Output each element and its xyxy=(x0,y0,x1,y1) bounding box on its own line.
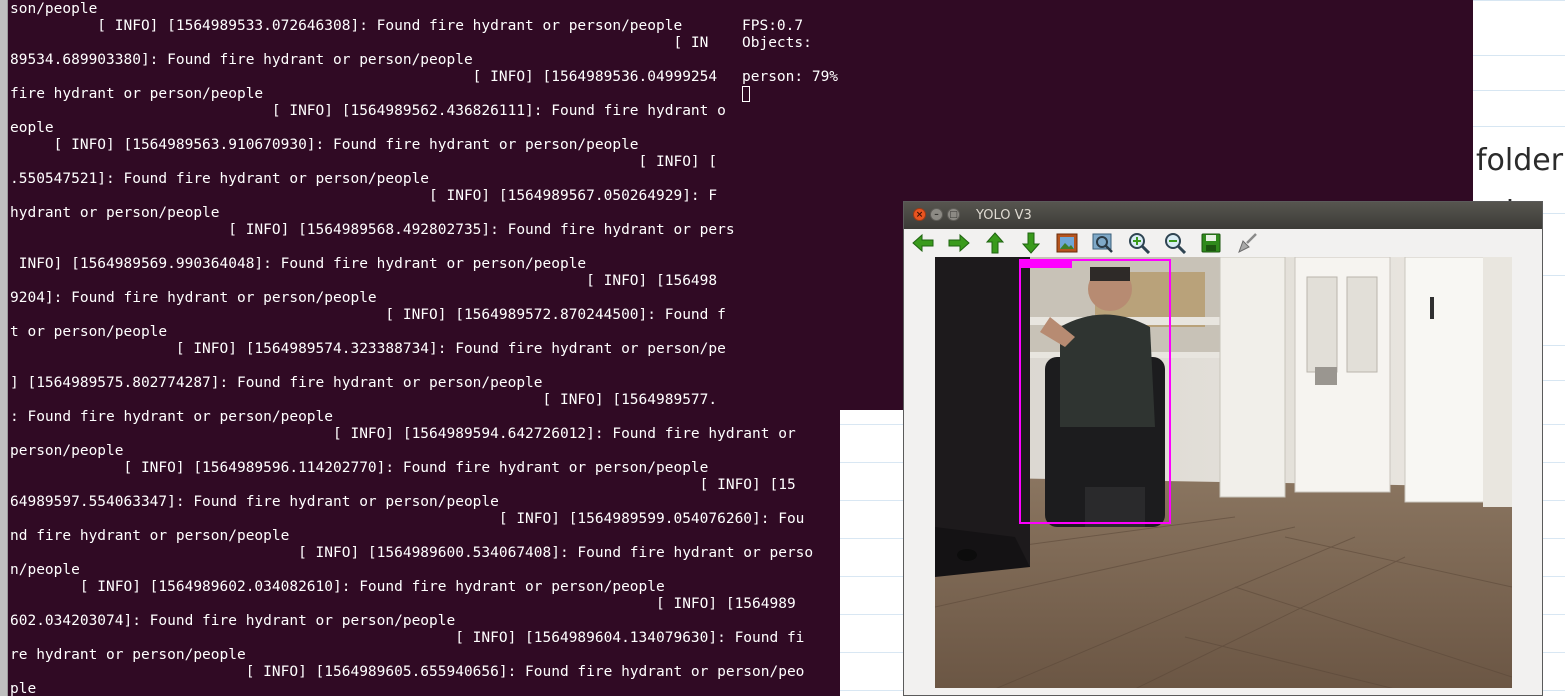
down-arrow-icon[interactable] xyxy=(1018,231,1044,255)
terminal-line: son/people xyxy=(10,1,98,17)
terminal-line: 9204]: Found fire hydrant or person/peop… xyxy=(10,290,377,306)
terminal-line: [ INFO] [1564989563.910670930]: Found fi… xyxy=(10,137,639,153)
maximize-button[interactable]: □ xyxy=(947,208,960,221)
terminal-line: ple xyxy=(10,681,37,696)
terminal-line: [ INFO] [1564989 xyxy=(10,596,796,612)
image-icon[interactable] xyxy=(1054,231,1080,255)
back-arrow-icon[interactable] xyxy=(910,231,936,255)
minimize-button[interactable]: – xyxy=(930,208,943,221)
doc-word: folder xyxy=(1476,143,1564,178)
terminal-line: eople xyxy=(10,120,54,136)
terminal-line: [ INFO] [1564989605.655940656]: Found fi… xyxy=(10,664,805,680)
terminal-line: nd fire hydrant or person/people xyxy=(10,528,290,544)
status-bar xyxy=(904,688,1542,695)
terminal-line: [ INFO] [15 xyxy=(10,477,796,493)
terminal-line: person/people xyxy=(10,443,124,459)
terminal-line: t or person/people xyxy=(10,324,168,340)
window-title: YOLO V3 xyxy=(976,208,1032,223)
terminal-line: re hydrant or person/people xyxy=(10,647,246,663)
terminal-line: [ INFO] [1564989567.050264929]: F xyxy=(10,188,718,204)
fps-readout: FPS:0.7 xyxy=(742,18,804,34)
terminal-line: 89534.689903380]: Found fire hydrant or … xyxy=(10,52,473,68)
terminal-line: INFO] [1564989569.990364048]: Found fire… xyxy=(10,256,587,272)
camera-image xyxy=(935,257,1512,689)
zoom-out-icon[interactable] xyxy=(1162,231,1188,255)
terminal-line: [ INFO] [1564989596.114202770]: Found fi… xyxy=(10,460,709,476)
terminal-line: : Found fire hydrant or person/people xyxy=(10,409,334,425)
zoom-in-icon[interactable] xyxy=(1126,231,1152,255)
detection-label: person: 79% xyxy=(742,69,839,85)
window-edge xyxy=(0,0,8,696)
terminal-cursor xyxy=(742,86,750,102)
terminal-line: [ INFO] [1564989574.323388734]: Found fi… xyxy=(10,341,726,357)
terminal-line: [ IN xyxy=(10,35,709,51)
save-icon[interactable] xyxy=(1198,231,1224,255)
terminal-line: [ INFO] [1564989577. xyxy=(10,392,718,408)
terminal-line: [ INFO] [1564989602.034082610]: Found fi… xyxy=(10,579,665,595)
terminal-line: .550547521]: Found fire hydrant or perso… xyxy=(10,171,430,187)
terminal-line: fire hydrant or person/people xyxy=(10,86,264,102)
forward-arrow-icon[interactable] xyxy=(946,231,972,255)
terminal-line: [ INFO] [1564989572.870244500]: Found f xyxy=(10,307,726,323)
title-bar[interactable]: × – □ YOLO V3 xyxy=(904,202,1542,229)
clear-brush-icon[interactable] xyxy=(1234,231,1260,255)
close-button[interactable]: × xyxy=(913,208,926,221)
terminal-line: hydrant or person/people xyxy=(10,205,220,221)
terminal-line: 64989597.554063347]: Found fire hydrant … xyxy=(10,494,499,510)
up-arrow-icon[interactable] xyxy=(982,231,1008,255)
terminal-line: [ INFO] [1564989533.072646308]: Found fi… xyxy=(10,18,683,34)
terminal-line: [ INFO] [156498 xyxy=(10,273,718,289)
terminal-line: [ INFO] [1564989604.134079630]: Found fi xyxy=(10,630,805,646)
terminal-line: [ INFO] [1564989600.534067408]: Found fi… xyxy=(10,545,814,561)
terminal-window[interactable]: son/people [ INFO] [1564989533.072646308… xyxy=(8,0,840,696)
terminal-line: [ INFO] [ xyxy=(10,154,718,170)
toolbar xyxy=(904,229,1542,257)
terminal-line: [ INFO] [1564989599.054076260]: Fou xyxy=(10,511,805,527)
objects-label: Objects: xyxy=(742,35,812,51)
terminal-line: n/people xyxy=(10,562,80,578)
camera-view[interactable] xyxy=(935,257,1512,689)
terminal-line: [ INFO] [1564989562.436826111]: Found fi… xyxy=(10,103,726,119)
terminal-line: [ INFO] [1564989536.04999254 xyxy=(10,69,718,85)
detection-overlay-terminal[interactable]: FPS:0.7 Objects: person: 79% xyxy=(740,0,840,410)
yolo-window[interactable]: × – □ YOLO V3 xyxy=(903,201,1543,696)
zoom-fit-icon[interactable] xyxy=(1090,231,1116,255)
terminal-line: 602.034203074]: Found fire hydrant or pe… xyxy=(10,613,456,629)
terminal-line: [ INFO] [1564989568.492802735]: Found fi… xyxy=(10,222,735,238)
terminal-line: [ INFO] [1564989594.642726012]: Found fi… xyxy=(10,426,796,442)
terminal-line: ] [1564989575.802774287]: Found fire hyd… xyxy=(10,375,543,391)
